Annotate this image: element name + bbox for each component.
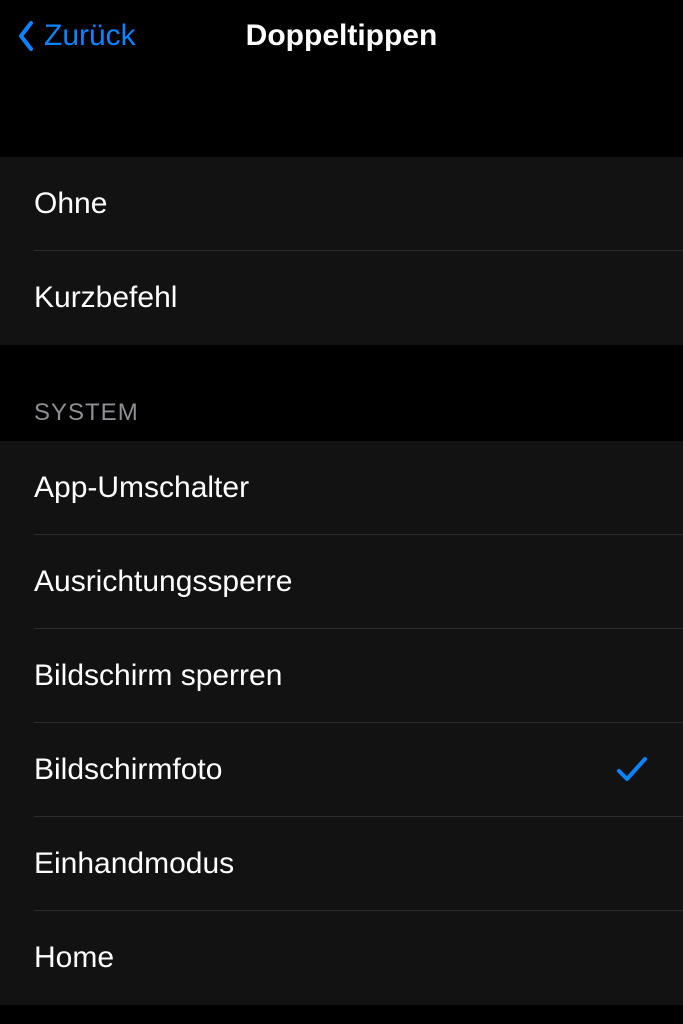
option-label: App-Umschalter — [34, 471, 249, 505]
check-icon — [615, 753, 649, 787]
top-section: Ohne Kurzbefehl — [0, 157, 683, 345]
system-section-header: SYSTEM — [0, 345, 683, 441]
option-ausrichtungssperre[interactable]: Ausrichtungssperre — [0, 535, 683, 629]
option-label: Bildschirm sperren — [34, 659, 282, 693]
system-section: App-Umschalter Ausrichtungssperre Bildsc… — [0, 441, 683, 1005]
back-label: Zurück — [44, 19, 136, 53]
option-label: Home — [34, 941, 114, 975]
option-bildschirmfoto[interactable]: Bildschirmfoto — [0, 723, 683, 817]
option-app-umschalter[interactable]: App-Umschalter — [0, 441, 683, 535]
chevron-left-icon — [16, 20, 36, 52]
option-home[interactable]: Home — [0, 911, 683, 1005]
option-label: Einhandmodus — [34, 847, 234, 881]
option-label: Bildschirmfoto — [34, 753, 222, 787]
option-bildschirm-sperren[interactable]: Bildschirm sperren — [0, 629, 683, 723]
option-kurzbefehl[interactable]: Kurzbefehl — [0, 251, 683, 345]
option-label: Ohne — [34, 187, 107, 221]
option-einhandmodus[interactable]: Einhandmodus — [0, 817, 683, 911]
header: Zurück Doppeltippen — [0, 0, 683, 72]
option-ohne[interactable]: Ohne — [0, 157, 683, 251]
back-button[interactable]: Zurück — [16, 19, 136, 53]
option-label: Ausrichtungssperre — [34, 565, 292, 599]
option-label: Kurzbefehl — [34, 281, 177, 315]
header-spacer — [0, 72, 683, 157]
